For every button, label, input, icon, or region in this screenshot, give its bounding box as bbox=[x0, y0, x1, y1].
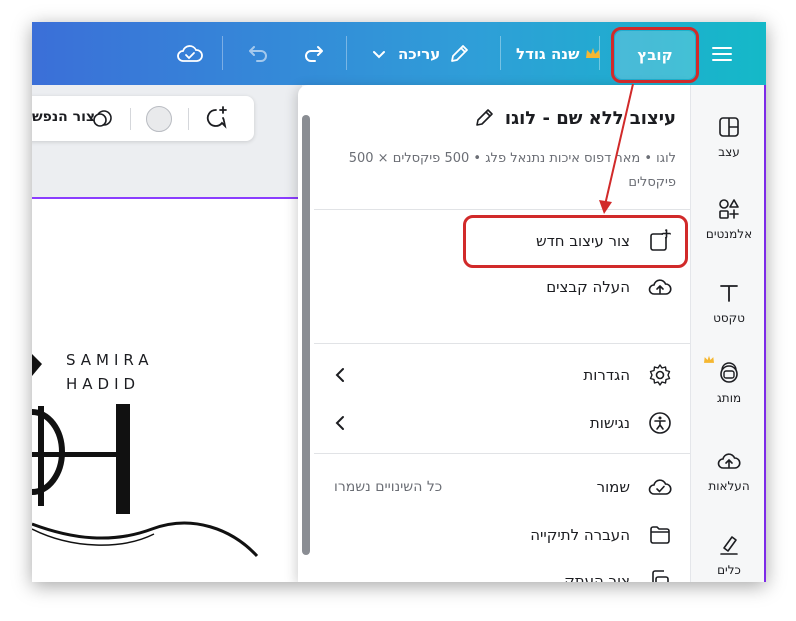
menu-item-make-copy[interactable]: צור העתק bbox=[314, 559, 690, 582]
menu-item-accessibility[interactable]: נגישות bbox=[314, 401, 690, 445]
menu-icon bbox=[712, 46, 732, 61]
sidebar-item-label: טקסט bbox=[713, 311, 745, 325]
design-meta: לוגו • מאר דפוס איכות נתנאל פלג • 500 פי… bbox=[348, 151, 676, 190]
redo-icon bbox=[305, 45, 323, 62]
sidebar-item-draw[interactable]: כלים bbox=[691, 533, 766, 577]
brand-icon bbox=[720, 362, 738, 383]
cloud-check-icon bbox=[648, 479, 672, 495]
undo-icon bbox=[249, 45, 267, 62]
side-panel-nav: עצב אלמנטים טקסט מותג העלאות כלים bbox=[690, 85, 766, 582]
sidebar-item-text[interactable]: טקסט bbox=[691, 281, 766, 325]
sidebar-item-label: כלים bbox=[717, 563, 741, 577]
text-icon bbox=[720, 285, 738, 302]
shapes-icon bbox=[719, 199, 739, 219]
sidebar-item-label: עצב bbox=[718, 145, 740, 159]
redo-button[interactable] bbox=[302, 22, 326, 85]
resize-button-label: שנה גודל bbox=[516, 44, 580, 63]
toolbar-divider bbox=[500, 36, 501, 70]
folder-icon bbox=[650, 526, 670, 544]
sidebar-item-label: העלאות bbox=[708, 479, 750, 493]
menu-item-label: הגדרות bbox=[583, 366, 630, 384]
sidebar-item-label: מותג bbox=[716, 391, 742, 405]
logo-monogram-graphic bbox=[32, 354, 259, 558]
sidebar-item-design[interactable]: עצב bbox=[691, 115, 766, 159]
cloud-check-icon bbox=[177, 44, 203, 62]
edit-button-label: עריכה bbox=[398, 44, 441, 63]
sidebar-item-label: אלמנטים bbox=[705, 227, 753, 241]
menu-item-label: העלה קבצים bbox=[546, 278, 630, 296]
toolbar-divider bbox=[130, 108, 131, 130]
save-status-button[interactable] bbox=[176, 22, 204, 85]
design-title: עיצוב ללא שם - לוגו bbox=[504, 107, 676, 129]
design-title-row[interactable]: עיצוב ללא שם - לוגו bbox=[473, 107, 676, 129]
pencil-icon bbox=[451, 44, 469, 62]
menu-divider bbox=[314, 343, 690, 344]
accessibility-icon bbox=[649, 412, 671, 434]
sidebar-item-brand[interactable]: מותג bbox=[691, 355, 766, 405]
settings-icon bbox=[649, 364, 671, 386]
sidebar-item-elements[interactable]: אלמנטים bbox=[691, 197, 766, 241]
menu-item-label: צור העתק bbox=[564, 572, 630, 582]
menu-item-move-to-folder[interactable]: העברה לתיקייה bbox=[314, 513, 690, 557]
edit-button[interactable]: עריכה bbox=[372, 22, 470, 85]
menu-button[interactable] bbox=[710, 22, 734, 85]
undo-button[interactable] bbox=[246, 22, 270, 85]
annotation-highlight-file bbox=[611, 27, 699, 83]
canvas-area: צור הנפש SAMIRA HADID bbox=[32, 85, 302, 582]
bg-remover-icon[interactable] bbox=[92, 107, 114, 129]
crown-icon bbox=[704, 355, 714, 363]
menu-divider bbox=[314, 209, 690, 210]
pencil-icon bbox=[476, 109, 493, 126]
design-page[interactable]: SAMIRA HADID bbox=[32, 197, 302, 582]
color-swatch[interactable] bbox=[146, 106, 172, 132]
toolbar-divider bbox=[222, 36, 223, 70]
menu-item-save[interactable]: שמור כל השינויים נשמרו bbox=[314, 465, 690, 509]
toolbar-divider bbox=[346, 36, 347, 70]
menu-divider bbox=[314, 453, 690, 454]
draw-icon bbox=[720, 536, 738, 555]
menu-item-label: העברה לתיקייה bbox=[530, 526, 630, 544]
annotation-highlight-create-new bbox=[463, 215, 688, 268]
menu-item-label: שמור bbox=[596, 478, 630, 496]
comment-add-icon[interactable] bbox=[204, 105, 230, 131]
cloud-upload-icon bbox=[648, 279, 672, 295]
crown-icon bbox=[586, 47, 601, 58]
file-menu-panel: עיצוב ללא שם - לוגו לוגו • מאר דפוס איכו… bbox=[298, 85, 690, 582]
app-window: קובץ שנה גודל עריכה צור הנפש SAMIRA HADI… bbox=[32, 22, 766, 582]
panel-scrollbar[interactable] bbox=[302, 115, 310, 555]
chevron-down-icon bbox=[373, 50, 385, 58]
copy-icon bbox=[652, 570, 669, 582]
upload-icon bbox=[717, 453, 741, 469]
menu-item-settings[interactable]: הגדרות bbox=[314, 353, 690, 397]
menu-item-upload-files[interactable]: העלה קבצים bbox=[314, 265, 690, 309]
chevron-left-icon bbox=[335, 416, 344, 430]
toolbar-divider bbox=[188, 108, 189, 130]
panel-edge-accent bbox=[764, 85, 766, 582]
save-status-note: כל השינויים נשמרו bbox=[334, 479, 443, 495]
bg-remover-label[interactable]: צור הנפש bbox=[32, 109, 95, 125]
menu-item-label: נגישות bbox=[589, 414, 630, 432]
sidebar-item-uploads[interactable]: העלאות bbox=[691, 449, 766, 493]
canvas-toolbar: צור הנפש bbox=[32, 96, 254, 141]
layout-icon bbox=[719, 117, 739, 137]
chevron-left-icon bbox=[335, 368, 344, 382]
resize-button[interactable]: שנה גודל bbox=[516, 22, 601, 85]
